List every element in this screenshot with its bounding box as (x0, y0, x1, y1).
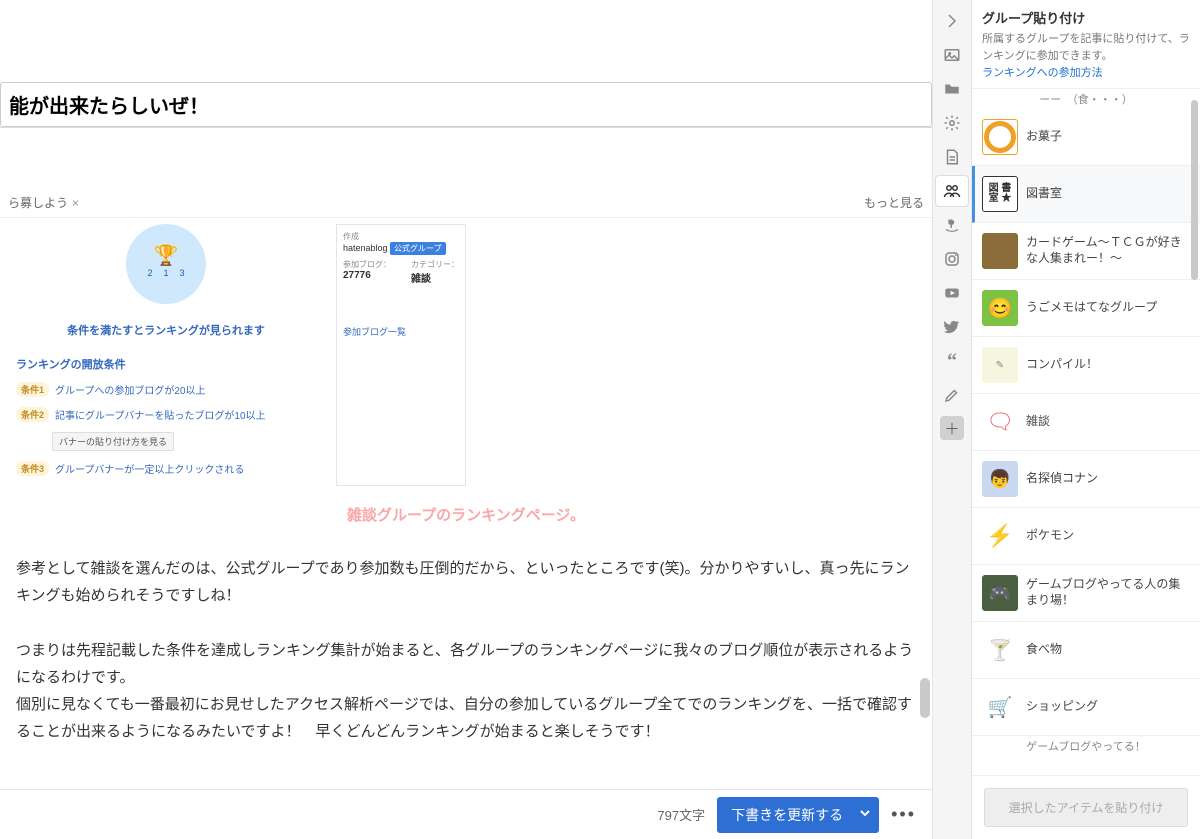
cond-text: グループへの参加ブログが20以上 (55, 382, 206, 397)
article-title-input[interactable] (0, 82, 932, 127)
group-icon (982, 233, 1018, 269)
group-item[interactable]: 🎮 ゲームブログやってる人の集まり場！ (972, 565, 1200, 622)
gear-icon[interactable] (936, 108, 968, 138)
clipped-row: ゲームブログやってる！ (972, 736, 1200, 756)
youtube-icon[interactable] (936, 278, 968, 308)
sidebar-desc: 所属するグループを記事に貼り付けて、ランキングに参加できます。 (982, 31, 1190, 64)
category-label: カテゴリー： (411, 260, 459, 269)
chevron-right-icon[interactable] (936, 6, 968, 36)
right-icon-rail: “ ＋ (932, 0, 972, 839)
group-icon: 🎮 (982, 575, 1018, 611)
group-icon: 🍸 (982, 632, 1018, 668)
ranking-message: 条件を満たすとランキングが見られます (16, 322, 316, 338)
cond-text: 記事にグループバナーを貼ったブログが10以上 (55, 407, 266, 422)
count-label: 参加ブログ： (343, 260, 391, 269)
official-badge: 公式グループ (390, 242, 446, 255)
blog-list-link[interactable]: 参加ブログ一覧 (343, 325, 459, 338)
group-label: ショッピング (1026, 699, 1098, 715)
cond-badge: 条件3 (16, 461, 49, 476)
char-count: 797文字 (657, 805, 705, 824)
group-icon: 図 書室 ★ (982, 176, 1018, 212)
group-label: 図書室 (1026, 186, 1062, 202)
people-icon[interactable] (936, 176, 968, 206)
group-icon: ⚡ (982, 518, 1018, 554)
paste-selected-button[interactable]: 選択したアイテムを貼り付け (984, 788, 1188, 827)
more-menu-icon[interactable]: ••• (891, 804, 916, 825)
more-link[interactable]: もっと見る (864, 194, 924, 211)
sidebar-scrollbar-thumb[interactable] (1191, 100, 1198, 280)
group-list[interactable]: ーー （食・・・） お菓子図 書室 ★ 図書室カードゲーム～ＴＣＧが好きな人集まれ… (972, 89, 1200, 775)
cond-badge: 条件1 (16, 382, 49, 397)
group-item[interactable]: 🗨 雑談 (972, 394, 1200, 451)
count-value: 27776 (343, 270, 371, 281)
group-item[interactable]: 🍸 食べ物 (972, 622, 1200, 679)
group-icon (982, 119, 1018, 155)
condition-row: 条件1 グループへの参加ブログが20以上 (16, 382, 316, 397)
group-icon: 🗨 (982, 404, 1018, 440)
amazon-icon[interactable] (936, 210, 968, 240)
tag-text: ら募しよう (8, 194, 68, 211)
tag-row: ら募しよう × もっと見る (0, 188, 932, 217)
group-item[interactable]: お菓子 (972, 109, 1200, 166)
clipped-row: ーー （食・・・） (972, 89, 1200, 109)
trophy-icon: 🏆 2 1 3 (126, 224, 206, 304)
file-icon[interactable] (936, 142, 968, 172)
photo-icon[interactable] (936, 40, 968, 70)
group-item[interactable]: 🛒 ショッピング (972, 679, 1200, 736)
group-label: コンパイル！ (1026, 357, 1098, 373)
scrollbar-thumb[interactable] (920, 678, 930, 718)
group-label: 雑談 (1026, 414, 1050, 430)
brush-icon[interactable] (936, 380, 968, 410)
instagram-icon[interactable] (936, 244, 968, 274)
group-item[interactable]: 😊 うごメモはてなグループ (972, 280, 1200, 337)
author-label: 作成 (343, 232, 359, 241)
editor-body[interactable]: 🏆 2 1 3 条件を満たすとランキングが見られます ランキングの開放条件 条件… (0, 217, 932, 839)
banner-howto-button[interactable]: バナーの貼り付け方を見る (52, 432, 174, 451)
category-value: 雑談 (411, 274, 431, 285)
bottom-toolbar: 797文字 下書きを更新する ••• (0, 789, 932, 839)
group-label: お菓子 (1026, 129, 1062, 145)
author-name: hatenablog (343, 243, 388, 253)
group-item[interactable]: ⚡ ポケモン (972, 508, 1200, 565)
plus-icon[interactable]: ＋ (940, 416, 964, 440)
update-draft-button[interactable]: 下書きを更新する (717, 797, 857, 833)
group-item[interactable]: カードゲーム～ＴＣＧが好きな人集まれー！～ (972, 223, 1200, 280)
folder-icon[interactable] (936, 74, 968, 104)
paragraph: 参考として雑談を選んだのは、公式グループであり参加数も圧倒的だから、といったとこ… (16, 555, 916, 609)
twitter-icon[interactable] (936, 312, 968, 342)
embedded-ranking-card: 🏆 2 1 3 条件を満たすとランキングが見られます ランキングの開放条件 条件… (16, 224, 916, 496)
group-label: 食べ物 (1026, 642, 1062, 658)
group-item[interactable]: ✎ コンパイル！ (972, 337, 1200, 394)
conditions-title: ランキングの開放条件 (16, 356, 316, 372)
condition-row: 条件2 記事にグループバナーを貼ったブログが10以上 (16, 407, 316, 422)
group-icon: 🛒 (982, 689, 1018, 725)
group-item[interactable]: 図 書室 ★ 図書室 (972, 166, 1200, 223)
group-label: うごメモはてなグループ (1026, 300, 1157, 316)
group-label: ポケモン (1026, 528, 1074, 544)
ranking-howto-link[interactable]: ランキングへの参加方法 (982, 64, 1190, 80)
group-info-box: 作成 hatenablog 公式グループ 参加ブログ：27776 カテゴリー： 雑… (336, 224, 466, 486)
caption-pink: 雑談グループのランキングページ。 (16, 504, 916, 525)
group-label: 名探偵コナン (1026, 471, 1098, 487)
update-dropdown-button[interactable] (851, 797, 879, 833)
group-icon: ✎ (982, 347, 1018, 383)
group-label: カードゲーム～ＴＣＧが好きな人集まれー！～ (1026, 235, 1190, 266)
cond-text: グループバナーが一定以上クリックされる (55, 461, 244, 476)
condition-row: 条件3 グループバナーが一定以上クリックされる (16, 461, 316, 476)
tag-remove-icon[interactable]: × (72, 196, 79, 210)
group-item[interactable]: 👦 名探偵コナン (972, 451, 1200, 508)
group-sidebar: グループ貼り付け 所属するグループを記事に貼り付けて、ランキングに参加できます。… (972, 0, 1200, 839)
paragraph: つまりは先程記載した条件を達成しランキング集計が始まると、各グループのランキング… (16, 637, 916, 745)
group-icon: 😊 (982, 290, 1018, 326)
group-label: ゲームブログやってる人の集まり場！ (1026, 577, 1190, 608)
quote-icon[interactable]: “ (936, 346, 968, 376)
cond-badge: 条件2 (16, 407, 49, 422)
group-icon: 👦 (982, 461, 1018, 497)
sidebar-title: グループ貼り付け (982, 8, 1190, 27)
